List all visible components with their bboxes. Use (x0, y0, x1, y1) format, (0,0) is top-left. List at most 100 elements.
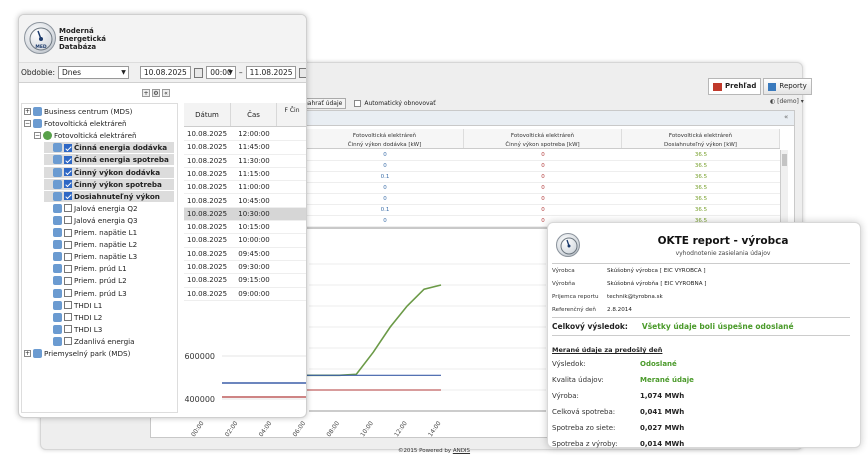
expand-all-button[interactable]: + (142, 89, 150, 97)
table-row[interactable]: 10.08.2025 09:15:00 (184, 274, 306, 288)
tree-node[interactable]: Činná energia spotreba (44, 154, 174, 166)
table-row[interactable]: 10.08.2025 12:00:00 (184, 128, 306, 142)
tree-node[interactable]: THDI L3 (44, 324, 102, 335)
measured-label: Celková spotreba: (552, 408, 616, 416)
scrollbar-thumb[interactable] (782, 154, 787, 166)
table-row[interactable]: 0 0 36.5 (306, 150, 780, 161)
calendar-icon[interactable] (193, 67, 204, 78)
tree-node-label: Činná energia dodávka (74, 143, 168, 153)
measured-label: Spotreba zo siete: (552, 424, 616, 432)
tree-checkbox[interactable] (64, 216, 72, 225)
tab-reporty[interactable]: Reporty (763, 78, 812, 95)
tree-checkbox[interactable] (64, 325, 72, 334)
tree-node-label: Jalová energia Q3 (74, 215, 138, 225)
tree-node[interactable]: Činný výkon dodávka (44, 166, 174, 178)
column-header-value[interactable]: F Čin (277, 103, 306, 126)
tree-checkbox[interactable] (64, 289, 72, 297)
settings-icon[interactable]: ⚙ (152, 89, 160, 97)
tree-checkbox[interactable] (64, 337, 72, 346)
table-row[interactable]: 10.08.2025 10:00:00 (184, 234, 306, 248)
tree-checkbox[interactable] (64, 264, 72, 273)
tree-node-label: Fotovoltická elektráreň (54, 131, 137, 141)
tree-checkbox[interactable] (64, 276, 72, 285)
tree-node[interactable]: Jalová energia Q2 (44, 203, 138, 214)
tree-checkbox[interactable] (64, 301, 72, 310)
tree-checkbox[interactable] (64, 155, 72, 164)
collapse-icon[interactable]: − (34, 132, 41, 140)
view-tabs: Prehľad Reporty (708, 78, 812, 95)
tree-node[interactable]: Priem. prúd L3 (44, 288, 127, 299)
tree-node[interactable]: Jalová energia Q3 (44, 215, 138, 226)
grid-scrollbar[interactable] (780, 150, 788, 226)
column-header-time[interactable]: Čas (231, 103, 277, 126)
tree-node[interactable]: Zdanlivá energia (44, 336, 135, 347)
table-row[interactable]: 10.08.2025 11:15:00 (184, 168, 306, 182)
value-cell (277, 261, 306, 273)
tree-node[interactable]: Priem. prúd L1 (44, 263, 127, 274)
column-subtitle: Činný výkon spotreba [kW] (505, 142, 580, 148)
table-row[interactable]: 0 0 36.5 (306, 183, 780, 194)
tree-checkbox[interactable] (64, 313, 72, 322)
column-subtitle: Dosiahnuteľný výkon [kW] (664, 142, 737, 148)
tree-node[interactable]: THDI L1 (44, 300, 102, 311)
tree-checkbox[interactable] (64, 143, 72, 152)
table-row[interactable]: 0 0 36.5 (306, 161, 780, 172)
tree-checkbox[interactable] (64, 228, 72, 237)
expand-icon[interactable]: + (24, 108, 31, 115)
tree-node[interactable]: Priem. napätie L1 (44, 227, 137, 238)
tree-checkbox[interactable] (64, 252, 72, 261)
grid-column-header[interactable]: Fotovoltická elektráreň Činný výkon spotr… (464, 129, 622, 148)
tree-node[interactable]: + Priemyselný park (MDS) (24, 348, 130, 359)
tab-prehlad[interactable]: Prehľad (708, 78, 762, 95)
collapse-panel-icon[interactable]: « (162, 89, 170, 97)
user-menu[interactable]: ◐ [demo] ▾ (770, 98, 804, 105)
tree-node[interactable]: + Business centrum (MDS) (24, 106, 132, 117)
grid-column-header[interactable]: Fotovoltická elektráreň Dosiahnuteľný výk… (622, 129, 780, 148)
collapse-icon[interactable]: « (784, 113, 788, 121)
date-cell: 10.08.2025 (187, 143, 228, 152)
table-row[interactable]: 10.08.2025 10:15:00 (184, 221, 306, 235)
tree-node[interactable]: THDI L2 (44, 312, 102, 323)
tree-checkbox[interactable] (64, 192, 72, 201)
table-row[interactable]: 0.1 0 36.5 (306, 172, 780, 183)
tree-node[interactable]: − Fotovoltická elektráreň (34, 130, 137, 141)
table-row[interactable]: 10.08.2025 10:45:00 (184, 195, 306, 208)
calendar-icon[interactable] (298, 67, 306, 78)
measured-section-title: Merané údaje za predošlý deň (552, 346, 663, 354)
expand-icon[interactable]: + (24, 350, 31, 357)
period-select[interactable]: Dnes ▼ (58, 66, 129, 79)
table-cell: 36.5 (694, 152, 708, 158)
tree-checkbox[interactable] (64, 180, 72, 189)
to-date-input[interactable]: 11.08.2025 (245, 66, 296, 79)
table-row[interactable]: 10.08.2025 11:30:00 (184, 155, 306, 168)
plant-icon (43, 131, 52, 141)
table-row[interactable]: 10.08.2025 11:00:00 (184, 181, 306, 195)
auto-refresh-toggle[interactable]: Automatický obnovovať (354, 100, 436, 107)
y-tick-label: 600000 (184, 352, 215, 361)
column-header-date[interactable]: Dátum (184, 103, 231, 126)
tree-checkbox[interactable] (64, 240, 72, 249)
grid-column-header[interactable]: Fotovoltická elektráreň Činný výkon dodáv… (306, 129, 464, 148)
tree-node[interactable]: Priem. napätie L2 (44, 239, 137, 250)
from-time-select[interactable]: 00:00 ▼ (206, 66, 236, 79)
tree-node[interactable]: Činný výkon spotreba (44, 178, 174, 190)
table-row[interactable]: 10.08.2025 10:30:00 (184, 207, 306, 222)
tree-checkbox[interactable] (64, 168, 72, 176)
table-row[interactable]: 10.08.2025 09:00:00 (184, 288, 306, 301)
tree-node[interactable]: Priem. prúd L2 (44, 275, 127, 286)
table-row[interactable]: 10.08.2025 09:30:00 (184, 261, 306, 275)
collapse-icon[interactable]: − (24, 120, 31, 128)
measured-row: Spotreba zo siete: 0,027 MWh (552, 424, 684, 432)
table-row[interactable]: 10.08.2025 09:45:00 (184, 248, 306, 261)
from-date-input[interactable]: 10.08.2025 (139, 66, 191, 79)
tree-checkbox[interactable] (64, 204, 72, 213)
tree-node[interactable]: Dosiahnuteľný výkon (44, 190, 174, 202)
table-row[interactable]: 10.08.2025 11:45:00 (184, 141, 306, 155)
footer-link[interactable]: ANDIS (453, 448, 470, 454)
tree-node[interactable]: Priem. napätie L3 (44, 251, 137, 262)
table-row[interactable]: 0 0 36.5 (306, 194, 780, 205)
tree-node[interactable]: − Fotovoltická elektráreň (24, 118, 127, 129)
tree-node[interactable]: Činná energia dodávka (44, 142, 174, 154)
table-cell: 36.5 (694, 196, 708, 202)
table-row[interactable]: 0.1 0 36.5 (306, 205, 780, 216)
